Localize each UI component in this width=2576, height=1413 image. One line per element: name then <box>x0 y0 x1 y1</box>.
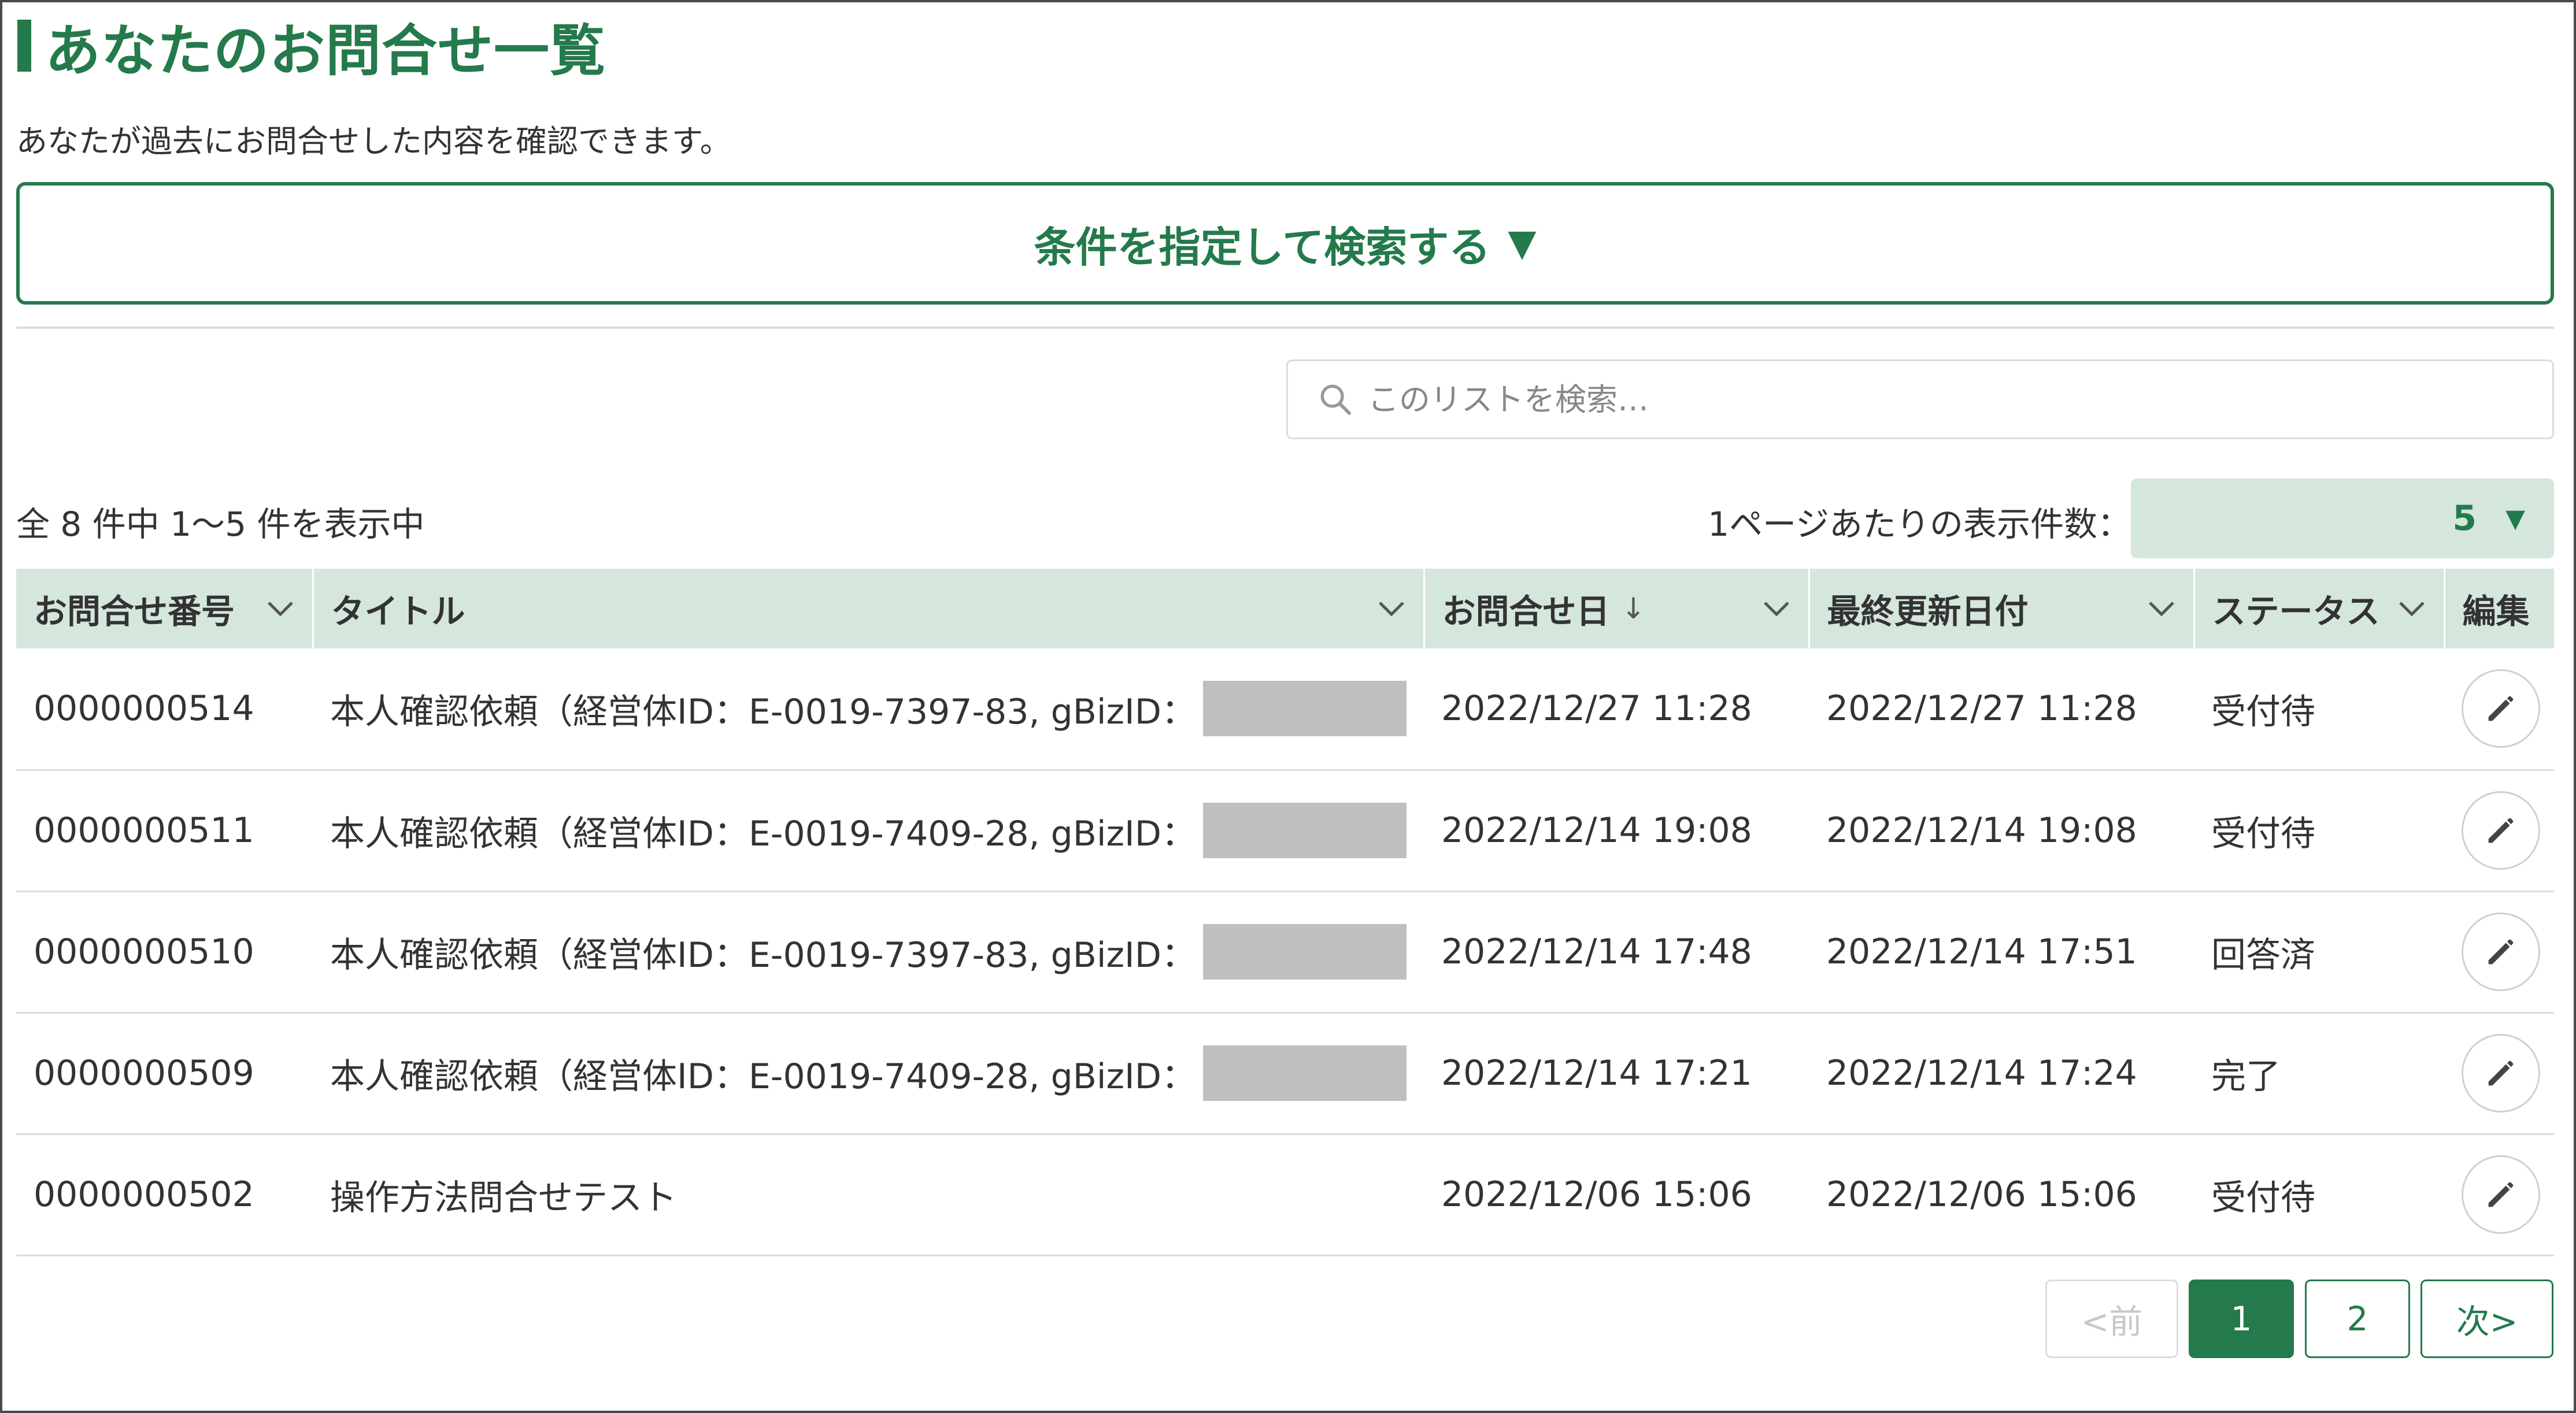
table-row: 0000000510 本人確認依頼（経営体ID：E-0019-7397-83, … <box>16 891 2554 1014</box>
cell-title: 操作方法問合せテスト <box>313 1134 1424 1256</box>
column-header-updated[interactable]: 最終更新日付 <box>1809 569 2195 648</box>
cell-title: 本人確認依頼（経営体ID：E-0019-7397-83, gBizID： <box>313 891 1424 1014</box>
edit-button[interactable] <box>2462 913 2540 991</box>
chevron-down-icon <box>1763 602 1789 617</box>
sort-descending-icon: ↓ <box>1621 592 1646 625</box>
list-search-input[interactable] <box>1368 381 2466 418</box>
redacted-block <box>1202 1045 1407 1101</box>
cell-date: 2022/12/14 17:21 <box>1424 1013 1809 1135</box>
divider <box>16 327 2554 329</box>
column-header-label: タイトル <box>331 592 465 631</box>
cell-date: 2022/12/14 17:48 <box>1424 891 1809 1014</box>
cell-number: 0000000514 <box>16 648 313 771</box>
cell-edit <box>2444 648 2554 771</box>
cell-edit <box>2444 891 2554 1014</box>
cell-edit <box>2444 1134 2554 1256</box>
table-row: 0000000509 本人確認依頼（経営体ID：E-0019-7409-28, … <box>16 1013 2554 1135</box>
pencil-icon <box>2488 939 2514 965</box>
cell-number: 0000000509 <box>16 1013 313 1135</box>
table-row: 0000000511 本人確認依頼（経営体ID：E-0019-7409-28, … <box>16 770 2554 892</box>
cell-updated: 2022/12/14 19:08 <box>1809 770 2194 892</box>
table-row: 0000000514 本人確認依頼（経営体ID：E-0019-7397-83, … <box>16 648 2554 771</box>
cell-status: 受付待 <box>2194 770 2444 892</box>
column-header-label: お問合せ番号 <box>34 592 235 631</box>
cell-status: 受付待 <box>2194 1134 2444 1256</box>
pagination-prev-button[interactable]: <前 <box>2045 1280 2178 1358</box>
cell-status: 完了 <box>2194 1013 2444 1135</box>
page-title: あなたのお問合せ一覧 <box>17 14 606 83</box>
cell-title-text: 本人確認依頼（経営体ID：E-0019-7397-83, gBizID： <box>330 691 1196 732</box>
chevron-down-icon <box>2399 602 2425 617</box>
cell-date: 2022/12/14 19:08 <box>1424 770 1809 892</box>
condition-search-label: 条件を指定して検索する <box>1034 222 1491 272</box>
column-header-number[interactable]: お問合せ番号 <box>16 569 314 648</box>
pagination-page-2[interactable]: 2 <box>2305 1280 2410 1358</box>
edit-button[interactable] <box>2462 1155 2540 1234</box>
per-page-value: 5 <box>2452 498 2477 539</box>
redacted-block <box>1202 803 1407 858</box>
search-icon <box>1320 384 1351 415</box>
edit-button[interactable] <box>2462 669 2540 748</box>
cell-number: 0000000511 <box>16 770 313 892</box>
pencil-icon <box>2488 1060 2514 1086</box>
cell-updated: 2022/12/14 17:24 <box>1809 1013 2194 1135</box>
inquiry-table: お問合せ番号 タイトル お問合せ日 ↓ 最終更新日付 ステータス 編集 00000… <box>16 569 2554 1256</box>
page-subtitle: あなたが過去にお問合せした内容を確認できます。 <box>16 123 731 160</box>
chevron-down-icon <box>1378 602 1404 617</box>
cell-title: 本人確認依頼（経営体ID：E-0019-7397-83, gBizID： <box>313 648 1424 771</box>
redacted-block <box>1202 924 1407 980</box>
column-header-status[interactable]: ステータス <box>2194 569 2445 648</box>
chevron-down-icon <box>2148 602 2174 617</box>
cell-number: 0000000502 <box>16 1134 313 1256</box>
cell-status: 回答済 <box>2194 891 2444 1014</box>
column-header-label: お問合せ日 <box>1442 592 1610 631</box>
table-header-row: お問合せ番号 タイトル お問合せ日 ↓ 最終更新日付 ステータス 編集 <box>16 569 2554 648</box>
pencil-icon <box>2488 696 2514 721</box>
cell-title-text: 本人確認依頼（経営体ID：E-0019-7409-28, gBizID： <box>330 1056 1196 1097</box>
page-title-text: あなたのお問合せ一覧 <box>45 18 606 83</box>
column-header-label: ステータス <box>2212 592 2380 631</box>
redacted-block <box>1202 681 1407 737</box>
cell-updated: 2022/12/27 11:28 <box>1809 648 2194 771</box>
pencil-icon <box>2488 1182 2514 1207</box>
condition-search-toggle-button[interactable]: 条件を指定して検索する ▼ <box>16 182 2554 305</box>
cell-date: 2022/12/06 15:06 <box>1424 1134 1809 1256</box>
cell-title-text: 操作方法問合せテスト <box>330 1177 677 1218</box>
table-row: 0000000502 操作方法問合せテスト 2022/12/06 15:06 2… <box>16 1134 2554 1256</box>
cell-title-text: 本人確認依頼（経営体ID：E-0019-7409-28, gBizID： <box>330 813 1196 854</box>
cell-edit <box>2444 1013 2554 1135</box>
result-count-text: 全 8 件中 1～5 件を表示中 <box>16 505 425 544</box>
cell-number: 0000000510 <box>16 891 313 1014</box>
column-header-date[interactable]: お問合せ日 ↓ <box>1424 569 1810 648</box>
per-page-select[interactable]: 5 ▼ <box>2131 479 2554 558</box>
cell-title-text: 本人確認依頼（経営体ID：E-0019-7397-83, gBizID： <box>330 934 1196 976</box>
column-header-edit: 編集 <box>2444 569 2554 648</box>
chevron-down-icon <box>267 602 293 617</box>
cell-status: 受付待 <box>2194 648 2444 771</box>
edit-button[interactable] <box>2462 791 2540 870</box>
cell-title: 本人確認依頼（経営体ID：E-0019-7409-28, gBizID： <box>313 770 1424 892</box>
cell-edit <box>2444 770 2554 892</box>
pagination-page-1[interactable]: 1 <box>2189 1280 2294 1358</box>
cell-title: 本人確認依頼（経営体ID：E-0019-7409-28, gBizID： <box>313 1013 1424 1135</box>
edit-button[interactable] <box>2462 1034 2540 1112</box>
triangle-down-icon: ▼ <box>1508 222 1537 265</box>
column-header-label: 最終更新日付 <box>1827 592 2029 631</box>
title-accent-bar <box>17 20 31 72</box>
cell-updated: 2022/12/06 15:06 <box>1809 1134 2194 1256</box>
caret-down-icon: ▼ <box>2505 503 2525 533</box>
cell-updated: 2022/12/14 17:51 <box>1809 891 2194 1014</box>
pencil-icon <box>2488 818 2514 843</box>
list-search-box[interactable] <box>1286 359 2554 439</box>
column-header-label: 編集 <box>2462 592 2530 631</box>
pagination-next-button[interactable]: 次> <box>2420 1280 2553 1358</box>
cell-date: 2022/12/27 11:28 <box>1424 648 1809 771</box>
per-page-label: 1ページあたりの表示件数： <box>1708 505 2131 544</box>
column-header-title[interactable]: タイトル <box>313 569 1425 648</box>
